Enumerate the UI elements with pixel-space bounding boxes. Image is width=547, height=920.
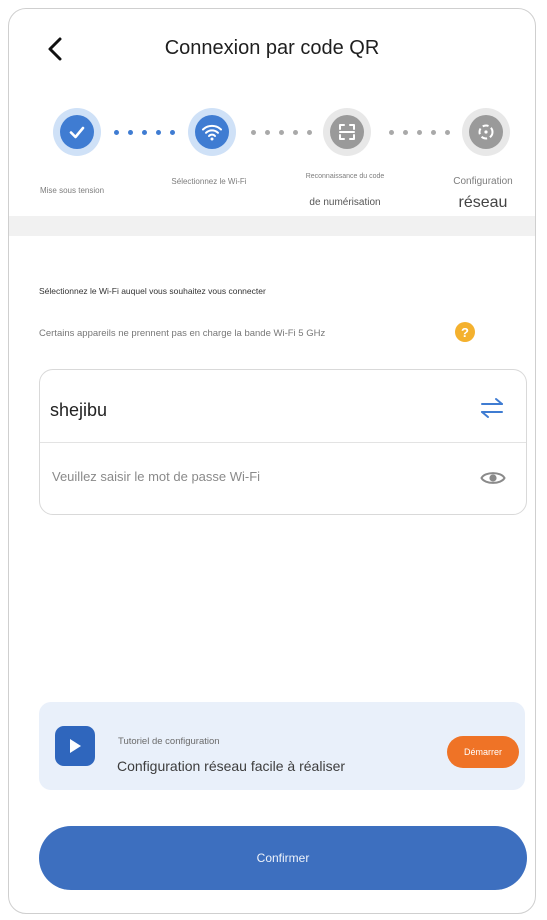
step-2-indicator <box>188 108 236 156</box>
wifi-band-note: Certains appareils ne prennent pas en ch… <box>39 328 326 339</box>
page-title: Connexion par code QR <box>164 37 380 59</box>
check-icon <box>69 126 85 139</box>
confirm-button[interactable]: Confirmer <box>39 826 527 890</box>
start-tutorial-button[interactable]: Démarrer <box>447 736 519 768</box>
app-screen: Connexion par code QR Mise sous tension … <box>8 8 536 914</box>
tutorial-title: Configuration réseau facile à réaliser <box>117 758 346 774</box>
play-tutorial-button[interactable] <box>55 726 95 766</box>
step-connector-2 <box>251 130 312 136</box>
step-4-indicator <box>462 108 510 156</box>
wifi-icon <box>202 124 222 141</box>
wifi-instruction: Sélectionnez le Wi-Fi auquel vous souhai… <box>39 286 266 296</box>
step-4-label-line2: réseau <box>458 194 508 211</box>
wifi-password-field[interactable] <box>50 468 454 485</box>
step-4-label-line1: Configuration <box>453 176 513 187</box>
eye-icon[interactable] <box>480 469 506 487</box>
question-icon[interactable]: ? <box>455 322 475 342</box>
scan-icon <box>339 124 355 140</box>
play-icon <box>70 739 81 753</box>
tutorial-caption: Tutoriel de configuration <box>118 736 220 747</box>
field-separator <box>40 442 526 443</box>
switch-network-icon[interactable] <box>478 396 506 420</box>
network-config-icon <box>478 124 494 140</box>
tutorial-banner: Tutoriel de configuration Configuration … <box>39 702 525 790</box>
step-1-indicator <box>53 108 101 156</box>
step-1-label: Mise sous tension <box>39 186 105 195</box>
step-connector-3 <box>389 130 450 136</box>
wifi-ssid: shejibu <box>50 400 108 420</box>
step-2-label: Sélectionnez le Wi-Fi <box>171 177 247 186</box>
step-3-label-line1: Reconnaissance du code <box>305 173 385 180</box>
step-3-indicator <box>323 108 371 156</box>
wifi-credentials-card: shejibu <box>39 369 527 515</box>
step-3-label-line2: de numérisation <box>309 197 381 208</box>
section-divider <box>9 216 535 236</box>
step-connector-1 <box>114 130 175 136</box>
